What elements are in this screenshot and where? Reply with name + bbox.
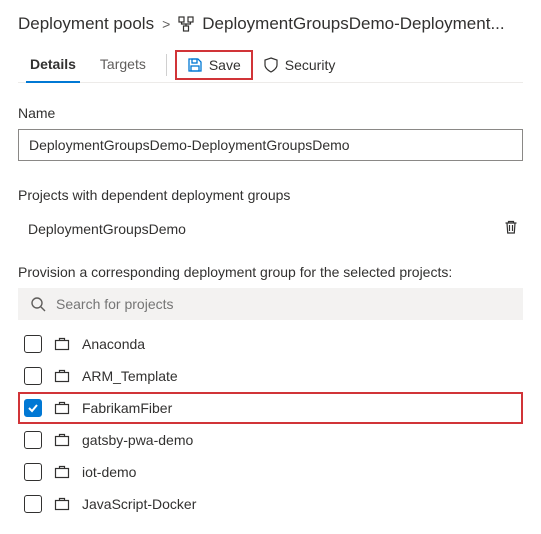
briefcase-icon — [54, 368, 70, 384]
delete-button[interactable] — [503, 219, 519, 238]
project-name: iot-demo — [82, 464, 136, 480]
project-row[interactable]: gatsby-pwa-demo — [18, 424, 523, 456]
checkbox[interactable] — [24, 463, 42, 481]
project-name: FabrikamFiber — [82, 400, 172, 416]
search-input[interactable] — [56, 296, 511, 312]
project-name: Anaconda — [82, 336, 145, 352]
briefcase-icon — [54, 464, 70, 480]
security-label: Security — [285, 57, 336, 73]
save-icon — [187, 57, 203, 73]
breadcrumb-separator: > — [162, 16, 170, 32]
name-label: Name — [18, 105, 523, 121]
briefcase-icon — [54, 336, 70, 352]
project-row-selected[interactable]: FabrikamFiber — [18, 392, 523, 424]
dependent-row: DeploymentGroupsDemo — [18, 211, 523, 246]
project-name: ARM_Template — [82, 368, 178, 384]
briefcase-icon — [54, 496, 70, 512]
search-icon — [30, 296, 46, 312]
briefcase-icon — [54, 400, 70, 416]
divider — [166, 54, 167, 76]
name-input[interactable] — [18, 129, 523, 161]
project-row[interactable]: Anaconda — [18, 328, 523, 360]
breadcrumb-current: DeploymentGroupsDemo-Deployment... — [202, 14, 504, 34]
project-row[interactable]: iot-demo — [18, 456, 523, 488]
tab-details[interactable]: Details — [18, 48, 88, 82]
checkbox[interactable] — [24, 495, 42, 513]
save-button[interactable]: Save — [175, 50, 253, 80]
checkbox[interactable] — [24, 431, 42, 449]
checkbox[interactable] — [24, 335, 42, 353]
checkbox[interactable] — [24, 367, 42, 385]
deployment-pool-icon — [178, 16, 194, 32]
save-label: Save — [209, 57, 241, 73]
project-list: Anaconda ARM_Template FabrikamFiber gats… — [18, 328, 523, 520]
check-icon — [27, 402, 39, 414]
dependent-project-name: DeploymentGroupsDemo — [28, 221, 186, 237]
security-button[interactable]: Security — [253, 52, 346, 78]
project-row[interactable]: ARM_Template — [18, 360, 523, 392]
trash-icon — [503, 219, 519, 235]
project-name: JavaScript-Docker — [82, 496, 196, 512]
tab-targets[interactable]: Targets — [88, 48, 158, 82]
breadcrumb: Deployment pools > DeploymentGroupsDemo-… — [18, 14, 523, 34]
dependent-label: Projects with dependent deployment group… — [18, 187, 523, 203]
briefcase-icon — [54, 432, 70, 448]
provision-label: Provision a corresponding deployment gro… — [18, 264, 523, 280]
shield-icon — [263, 57, 279, 73]
search-row[interactable] — [18, 288, 523, 320]
project-name: gatsby-pwa-demo — [82, 432, 193, 448]
project-row[interactable]: JavaScript-Docker — [18, 488, 523, 520]
checkbox-checked[interactable] — [24, 399, 42, 417]
tabs-row: Details Targets Save Security — [18, 48, 523, 83]
breadcrumb-root[interactable]: Deployment pools — [18, 14, 154, 34]
